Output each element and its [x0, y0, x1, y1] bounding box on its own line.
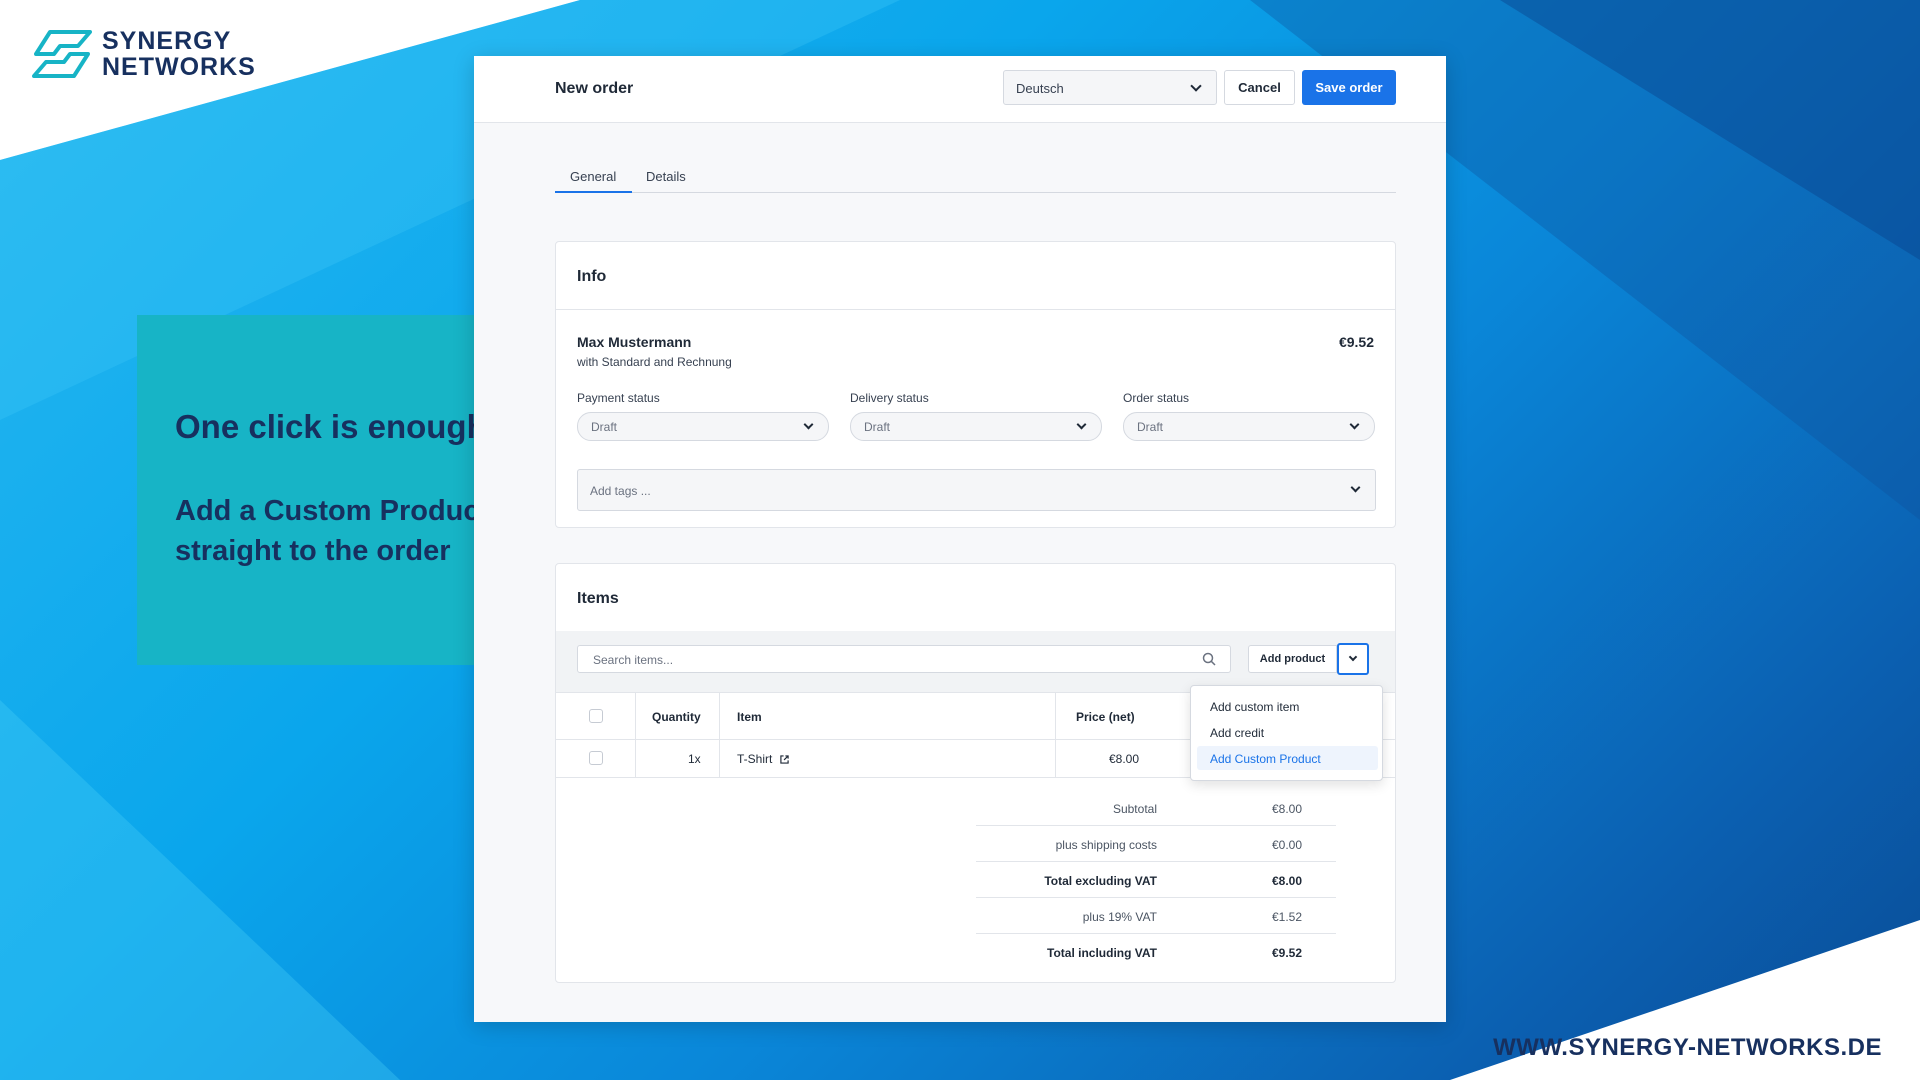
- subtotal-value: €8.00: [1271, 802, 1302, 816]
- chevron-down-icon: [1190, 80, 1202, 92]
- callout-subheading: Add a Custom Product straight to the ord…: [175, 495, 490, 567]
- column-divider: [1055, 693, 1056, 739]
- app-header: New order Deutsch Cancel Save order: [474, 56, 1446, 123]
- column-divider: [719, 740, 720, 777]
- row-item-name: T-Shirt: [737, 752, 773, 766]
- save-order-button[interactable]: Save order: [1302, 70, 1396, 105]
- column-divider: [635, 693, 636, 739]
- row-checkbox[interactable]: [589, 751, 603, 765]
- delivery-status-select[interactable]: Draft: [850, 412, 1102, 441]
- info-card-title: Info: [577, 268, 607, 285]
- delivery-status-label: Delivery status: [850, 391, 929, 405]
- language-select-value: Deutsch: [1016, 81, 1064, 96]
- column-divider: [635, 740, 636, 777]
- total-excl-vat-label: Total excluding VAT: [1044, 874, 1157, 888]
- column-header-price[interactable]: Price (net): [1076, 710, 1135, 724]
- shipping-label: plus shipping costs: [1055, 838, 1157, 852]
- vat-label: plus 19% VAT: [1082, 910, 1157, 924]
- payment-status-select[interactable]: Draft: [577, 412, 829, 441]
- search-items-input[interactable]: Search items...: [577, 645, 1231, 673]
- items-card-title: Items: [577, 590, 619, 607]
- shipping-value: €0.00: [1271, 838, 1302, 852]
- row-price: €8.00: [1109, 752, 1140, 766]
- total-excl-vat-value: €8.00: [1271, 874, 1302, 888]
- chevron-down-icon: [1349, 419, 1360, 430]
- delivery-status-value: Draft: [864, 420, 891, 434]
- brand-name-line1: SYNERGY: [102, 27, 232, 55]
- chevron-down-icon: [1350, 482, 1361, 493]
- total-incl-vat-label: Total including VAT: [1047, 946, 1157, 960]
- order-status-value: Draft: [1137, 420, 1164, 434]
- chevron-down-icon: [803, 419, 814, 430]
- total-incl-vat-row: Total including VAT €9.52: [976, 934, 1336, 970]
- menu-item-add-custom-item[interactable]: Add custom item: [1197, 694, 1378, 718]
- select-all-checkbox[interactable]: [589, 709, 603, 723]
- column-divider: [719, 693, 720, 739]
- search-icon: [1202, 652, 1216, 666]
- subtotal-label: Subtotal: [1112, 802, 1157, 816]
- customer-name[interactable]: Max Mustermann: [577, 334, 691, 350]
- tags-input[interactable]: Add tags ...: [577, 469, 1376, 511]
- tab-details[interactable]: Details: [646, 169, 686, 184]
- order-total: €9.52: [1338, 334, 1374, 350]
- brand-name-line2: NETWORKS: [102, 53, 256, 81]
- column-header-quantity[interactable]: Quantity: [652, 710, 701, 724]
- divider: [556, 309, 1395, 310]
- add-product-dropdown-toggle[interactable]: [1337, 643, 1369, 675]
- menu-item-add-custom-product[interactable]: Add Custom Product: [1197, 746, 1378, 770]
- cancel-button[interactable]: Cancel: [1224, 70, 1295, 105]
- external-link-icon: [780, 755, 789, 764]
- order-editor-window: New order Deutsch Cancel Save order Gene…: [474, 56, 1446, 1022]
- tab-general[interactable]: General: [570, 169, 616, 184]
- website-url: WWW.SYNERGY-NETWORKS.DE: [1493, 1034, 1882, 1061]
- menu-item-add-credit[interactable]: Add credit: [1197, 720, 1378, 744]
- order-totals: Subtotal €8.00 plus shipping costs €0.00…: [976, 790, 1336, 970]
- shipping-row: plus shipping costs €0.00: [976, 826, 1336, 862]
- info-card: Info Max Mustermann with Standard and Re…: [555, 241, 1396, 528]
- chevron-down-icon: [1348, 652, 1358, 662]
- row-item-link[interactable]: T-Shirt: [737, 752, 789, 766]
- search-placeholder: Search items...: [593, 653, 674, 667]
- payment-status-label: Payment status: [577, 391, 660, 405]
- add-product-button[interactable]: Add product: [1248, 645, 1337, 673]
- language-select[interactable]: Deutsch: [1003, 70, 1217, 105]
- order-status-select[interactable]: Draft: [1123, 412, 1375, 441]
- row-quantity: 1x: [688, 752, 701, 766]
- total-excl-vat-row: Total excluding VAT €8.00: [976, 862, 1336, 898]
- total-incl-vat-value: €9.52: [1271, 946, 1302, 960]
- add-product-dropdown-menu: Add custom item Add credit Add Custom Pr…: [1190, 685, 1383, 781]
- subtotal-row: Subtotal €8.00: [976, 790, 1336, 826]
- customer-shipping-payment: with Standard and Rechnung: [577, 355, 732, 369]
- tab-bar: General Details: [555, 161, 1396, 193]
- order-status-label: Order status: [1123, 391, 1190, 405]
- vat-row: plus 19% VAT €1.52: [976, 898, 1336, 934]
- column-header-item[interactable]: Item: [737, 710, 762, 724]
- tags-placeholder: Add tags ...: [590, 484, 651, 498]
- vat-value: €1.52: [1271, 910, 1302, 924]
- synergy-logo-icon: [32, 30, 92, 78]
- column-divider: [1055, 740, 1056, 777]
- page-title: New order: [555, 80, 634, 97]
- chevron-down-icon: [1076, 419, 1087, 430]
- brand-logo: SYNERGY NETWORKS: [32, 28, 256, 80]
- active-tab-indicator: [555, 191, 632, 193]
- payment-status-value: Draft: [591, 420, 618, 434]
